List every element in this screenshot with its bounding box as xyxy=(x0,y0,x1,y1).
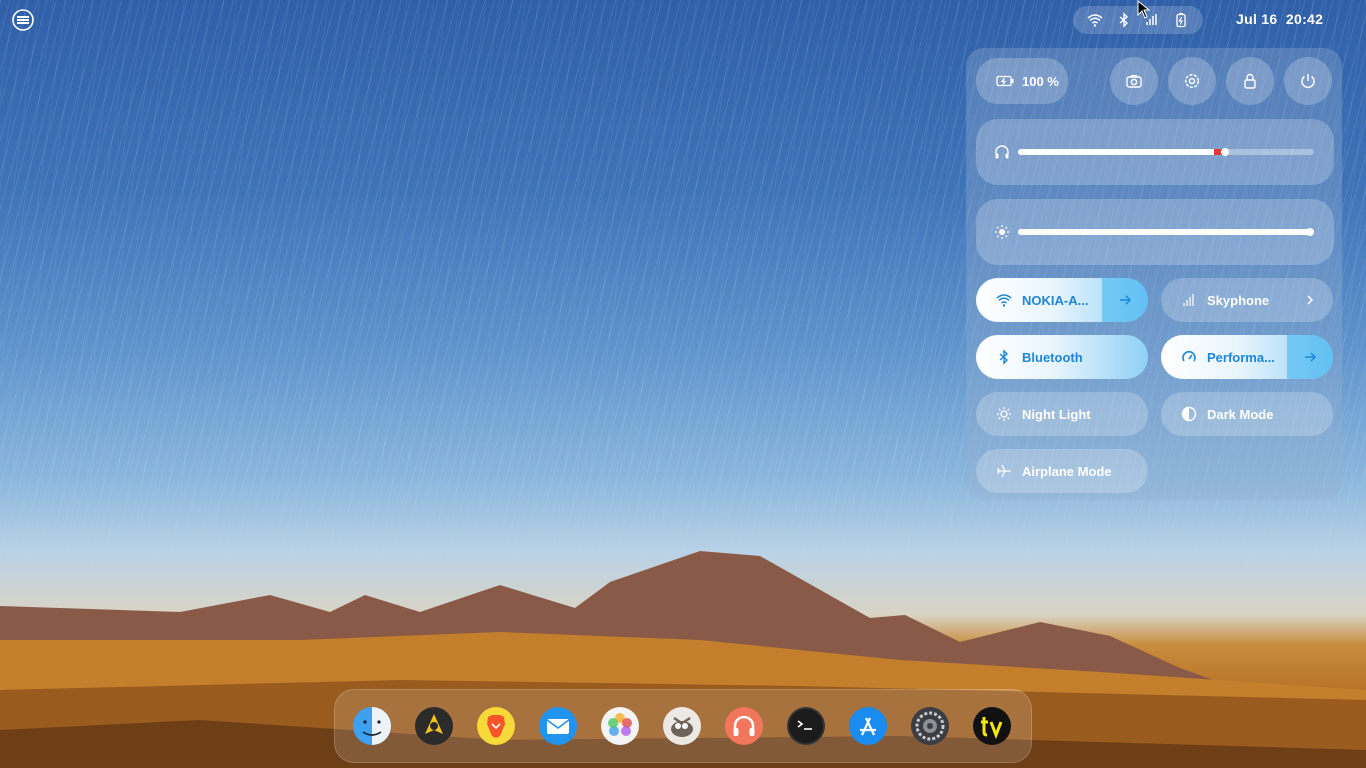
volume-slider[interactable] xyxy=(1018,148,1314,156)
dock-item-photos[interactable] xyxy=(600,706,640,746)
battery-icon xyxy=(1176,13,1186,28)
toggle-mobile-network[interactable]: Skyphone xyxy=(1161,278,1333,322)
toggle-wifi[interactable]: NOKIA-A... xyxy=(976,278,1148,322)
performance-icon xyxy=(1182,350,1196,362)
signal-icon xyxy=(1183,294,1194,306)
launcher-logo-icon[interactable] xyxy=(12,9,34,31)
volume-knob[interactable] xyxy=(1221,148,1229,156)
toggle-dark-mode-label: Dark Mode xyxy=(1207,406,1274,422)
lock-button[interactable] xyxy=(1226,57,1274,105)
bluetooth-icon xyxy=(999,349,1009,365)
finder-icon xyxy=(353,707,391,745)
power-mode-menu-arrow[interactable] xyxy=(1287,335,1333,379)
battery-status[interactable]: 100 % xyxy=(976,58,1068,104)
brightness-slider[interactable] xyxy=(1018,228,1314,236)
wifi-menu-arrow[interactable] xyxy=(1102,278,1148,322)
clock[interactable]: Jul 16 20:42 xyxy=(1236,11,1323,27)
power-icon xyxy=(1301,74,1315,89)
settings-icon xyxy=(1184,73,1200,89)
headphones-app-icon xyxy=(725,707,763,745)
screenshot-button[interactable] xyxy=(1110,57,1158,105)
arrow-right-icon xyxy=(1305,352,1317,362)
toggle-airplane-mode[interactable]: Airplane Mode xyxy=(976,449,1148,493)
toggle-power-mode[interactable]: Performa... xyxy=(1161,335,1333,379)
night-light-icon xyxy=(997,407,1011,421)
app-store-icon xyxy=(849,707,887,745)
terminal-icon xyxy=(787,707,825,745)
screenshot-icon xyxy=(1126,75,1142,88)
airplane-icon xyxy=(997,464,1011,478)
headphones-icon xyxy=(995,145,1009,159)
gimp-icon xyxy=(663,707,701,745)
power-button[interactable] xyxy=(1284,57,1332,105)
toggle-airplane-mode-label: Airplane Mode xyxy=(1022,463,1112,479)
photos-icon xyxy=(601,707,639,745)
dock-item-gimp[interactable] xyxy=(662,706,702,746)
battery-percentage: 100 % xyxy=(1022,73,1059,89)
mobile-network-menu-arrow[interactable] xyxy=(1287,278,1333,322)
date-label: Jul 16 xyxy=(1236,11,1278,27)
toggle-bluetooth-label: Bluetooth xyxy=(1022,349,1083,365)
dock-item-music[interactable] xyxy=(724,706,764,746)
brightness-slider-box xyxy=(976,199,1334,265)
brightness-knob[interactable] xyxy=(1306,228,1314,236)
toggle-mobile-network-label: Skyphone xyxy=(1207,292,1270,308)
dock-item-finder[interactable] xyxy=(352,706,392,746)
time-label: 20:42 xyxy=(1285,11,1324,27)
bluetooth-icon xyxy=(1119,12,1128,28)
cursor-app-icon xyxy=(415,707,453,745)
lock-icon xyxy=(1244,73,1256,89)
battery-charging-icon xyxy=(996,75,1014,87)
toggle-night-light[interactable]: Night Light xyxy=(976,392,1148,436)
dock-item-app-store[interactable] xyxy=(848,706,888,746)
chevron-right-icon xyxy=(1307,295,1314,305)
dock-item-mail[interactable] xyxy=(538,706,578,746)
toggle-power-mode-label: Performa... xyxy=(1207,349,1275,365)
dock-item-cursor-app[interactable] xyxy=(414,706,454,746)
arrow-right-icon xyxy=(1120,295,1132,305)
volume-fill xyxy=(1018,149,1225,155)
brave-browser-icon xyxy=(477,707,515,745)
dark-mode-icon xyxy=(1181,406,1197,422)
toggle-bluetooth[interactable]: Bluetooth xyxy=(976,335,1148,379)
brightness-icon xyxy=(995,225,1009,239)
toggle-dark-mode[interactable]: Dark Mode xyxy=(1161,392,1333,436)
brightness-fill xyxy=(1018,229,1314,235)
settings-button[interactable] xyxy=(1168,57,1216,105)
toggle-wifi-label: NOKIA-A... xyxy=(1022,292,1089,308)
tv-icon xyxy=(973,707,1011,745)
wifi-icon xyxy=(1087,14,1103,27)
dock-item-terminal[interactable] xyxy=(786,706,826,746)
wifi-icon xyxy=(996,294,1012,307)
dock-item-tv[interactable] xyxy=(972,706,1012,746)
dock-item-brave-browser[interactable] xyxy=(476,706,516,746)
mail-icon xyxy=(539,707,577,745)
toggle-night-light-label: Night Light xyxy=(1022,406,1091,422)
system-settings-icon xyxy=(911,707,949,745)
dock-item-system-settings[interactable] xyxy=(910,706,950,746)
volume-slider-box xyxy=(976,119,1334,185)
mouse-pointer-icon xyxy=(1137,0,1151,19)
